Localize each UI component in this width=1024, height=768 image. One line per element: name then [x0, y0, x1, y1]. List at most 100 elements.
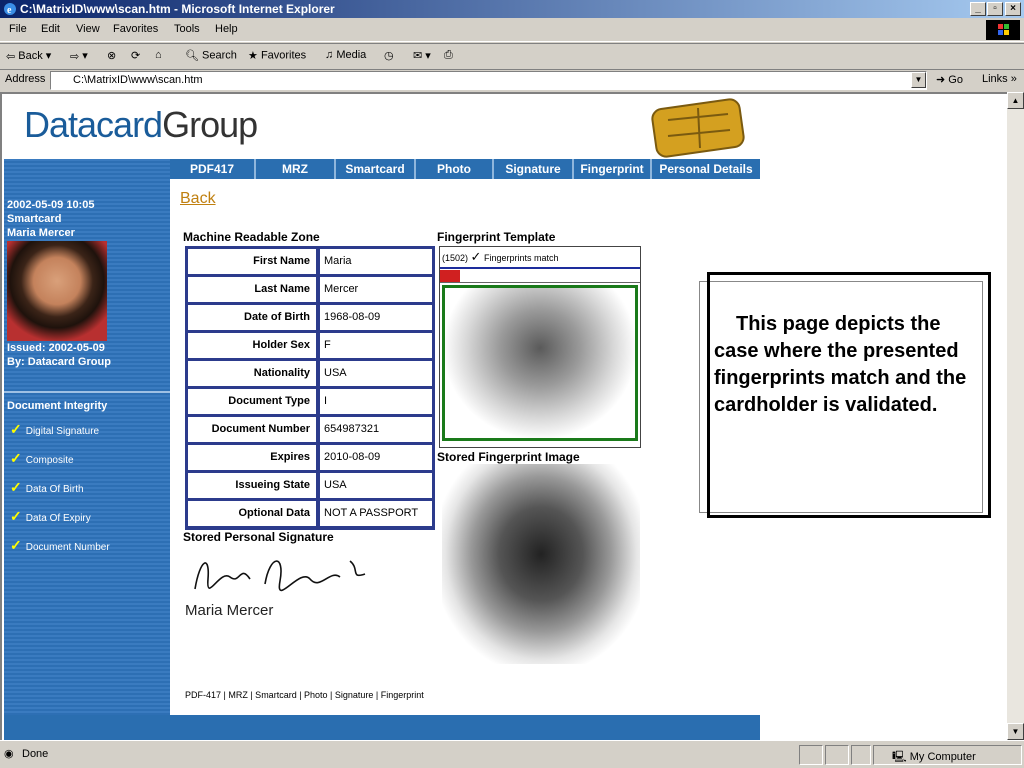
- mrz-value: F: [320, 333, 432, 358]
- home-icon[interactable]: ⌂: [155, 49, 162, 61]
- fingerprint-template-title: Fingerprint Template: [437, 230, 556, 244]
- address-label: Address: [5, 73, 46, 85]
- close-button[interactable]: ×: [1005, 2, 1021, 16]
- media-label: Media: [336, 49, 367, 61]
- stop-icon[interactable]: ⊗: [107, 49, 116, 62]
- logo-group-text: Group: [162, 104, 258, 145]
- nav-fingerprint[interactable]: Fingerprint: [574, 159, 652, 179]
- footer-links[interactable]: PDF-417 | MRZ | Smartcard | Photo | Sign…: [185, 690, 424, 700]
- check-icon: ✓: [470, 249, 482, 264]
- info-note: This page depicts the case where the pre…: [707, 272, 991, 518]
- nav-photo[interactable]: Photo: [416, 159, 494, 179]
- mrz-value: 654987321: [320, 417, 432, 442]
- signature-title: Stored Personal Signature: [183, 530, 334, 544]
- refresh-icon[interactable]: ⟳: [131, 49, 140, 62]
- page-viewport: DatacardGroup 2002-05-09 10:05 Smartcard…: [0, 92, 1008, 740]
- print-icon[interactable]: ⎙: [444, 49, 453, 62]
- table-row: Date of Birth 1968-08-09: [188, 305, 432, 330]
- mrz-label: Holder Sex: [188, 333, 316, 358]
- mrz-label: Document Number: [188, 417, 316, 442]
- go-button[interactable]: ➜ Go: [936, 73, 963, 86]
- integrity-label: Document Number: [25, 542, 110, 553]
- integrity-item: ✓ Digital Signature: [10, 421, 99, 438]
- mrz-label: Issueing State: [188, 473, 316, 498]
- mrz-value: Maria: [320, 249, 432, 274]
- mrz-value: USA: [320, 473, 432, 498]
- status-cell: [799, 745, 823, 765]
- back-button[interactable]: ⇦ Back ▾: [6, 49, 51, 63]
- mrz-label: Nationality: [188, 361, 316, 386]
- links-button[interactable]: Links »: [982, 73, 1017, 85]
- forward-button[interactable]: ⇨ ▾: [70, 49, 88, 63]
- mrz-value: USA: [320, 361, 432, 386]
- menu-file[interactable]: File: [9, 23, 27, 35]
- fingerprint-score: (1502): [442, 253, 469, 263]
- search-icon: 🔍︎: [185, 50, 199, 62]
- holder-photo: [7, 241, 107, 341]
- mrz-label: Last Name: [188, 277, 316, 302]
- sidebar-card-type: Smartcard: [7, 213, 62, 225]
- nav-personal-details[interactable]: Personal Details: [652, 159, 760, 179]
- window-title: C:\MatrixID\www\scan.htm - Microsoft Int…: [20, 2, 335, 16]
- check-icon: ✓: [10, 450, 22, 466]
- media-icon: ♫: [325, 49, 334, 62]
- integrity-label: Composite: [25, 455, 74, 466]
- search-label: Search: [202, 49, 237, 62]
- integrity-item: ✓ Document Number: [10, 537, 110, 554]
- left-sidebar: 2002-05-09 10:05 Smartcard Maria Mercer …: [4, 159, 172, 740]
- bottom-band: [4, 715, 760, 740]
- go-arrow-icon: ➜: [936, 74, 946, 86]
- maximize-button[interactable]: ▫: [987, 2, 1003, 16]
- mrz-value: I: [320, 389, 432, 414]
- menu-view[interactable]: View: [76, 23, 100, 35]
- minimize-button[interactable]: _: [970, 2, 986, 16]
- windows-logo-icon: [986, 20, 1020, 40]
- favorites-button[interactable]: ★ Favorites: [248, 49, 306, 62]
- menu-favorites[interactable]: Favorites: [113, 23, 158, 35]
- check-icon: ✓: [10, 479, 22, 495]
- table-row: Expires 2010-08-09: [188, 445, 432, 470]
- back-arrow-icon: ⇦: [6, 50, 16, 63]
- history-icon[interactable]: ◷: [384, 49, 394, 62]
- mrz-title: Machine Readable Zone: [183, 230, 320, 244]
- mrz-label: Optional Data: [188, 501, 316, 526]
- back-link[interactable]: Back: [180, 190, 216, 208]
- sidebar-holder-name: Maria Mercer: [7, 227, 75, 239]
- nav-signature[interactable]: Signature: [494, 159, 574, 179]
- nav-smartcard[interactable]: Smartcard: [336, 159, 416, 179]
- fingerprint-score-bar: [440, 267, 640, 283]
- logo-main-text: Datacard: [24, 104, 163, 145]
- table-row: Document Number 654987321: [188, 417, 432, 442]
- status-cell: [851, 745, 871, 765]
- zone-text: My Computer: [909, 751, 976, 763]
- vertical-scrollbar[interactable]: ▲ ▼: [1007, 92, 1024, 740]
- menu-help[interactable]: Help: [215, 23, 238, 35]
- address-dropdown-icon[interactable]: ▼: [911, 72, 926, 88]
- signature-image: [194, 560, 366, 592]
- mail-icon[interactable]: ✉ ▾: [413, 49, 431, 62]
- sidebar-datetime: 2002-05-09 10:05: [7, 199, 95, 211]
- page-done-icon: ◉: [4, 748, 14, 760]
- favorites-icon: ★: [248, 50, 258, 62]
- back-label: Back: [18, 50, 43, 62]
- nav-pdf417[interactable]: PDF417: [170, 159, 256, 179]
- media-button[interactable]: ♫ Media: [325, 49, 366, 61]
- address-input[interactable]: C:\MatrixID\www\scan.htm: [50, 71, 927, 90]
- svg-text:e: e: [7, 5, 12, 16]
- mrz-value: Mercer: [320, 277, 432, 302]
- mrz-label: Document Type: [188, 389, 316, 414]
- integrity-label: Data Of Birth: [25, 484, 84, 495]
- scroll-down-icon[interactable]: ▼: [1007, 723, 1024, 740]
- mrz-table: First Name Maria Last Name Mercer Date of …: [185, 246, 435, 530]
- title-bar: e C:\MatrixID\www\scan.htm - Microsoft I…: [0, 0, 1024, 18]
- address-value: C:\MatrixID\www\scan.htm: [73, 74, 203, 86]
- menu-edit[interactable]: Edit: [41, 23, 60, 35]
- sidebar-issued: Issued: 2002-05-09: [7, 342, 105, 354]
- scroll-up-icon[interactable]: ▲: [1007, 92, 1024, 109]
- nav-mrz[interactable]: MRZ: [256, 159, 336, 179]
- integrity-label: Data Of Expiry: [25, 513, 91, 524]
- mrz-value: 1968-08-09: [320, 305, 432, 330]
- search-button[interactable]: 🔍︎ Search: [185, 49, 237, 62]
- fingerprint-template-box: (1502) ✓ Fingerprints match: [439, 246, 641, 448]
- menu-tools[interactable]: Tools: [174, 23, 200, 35]
